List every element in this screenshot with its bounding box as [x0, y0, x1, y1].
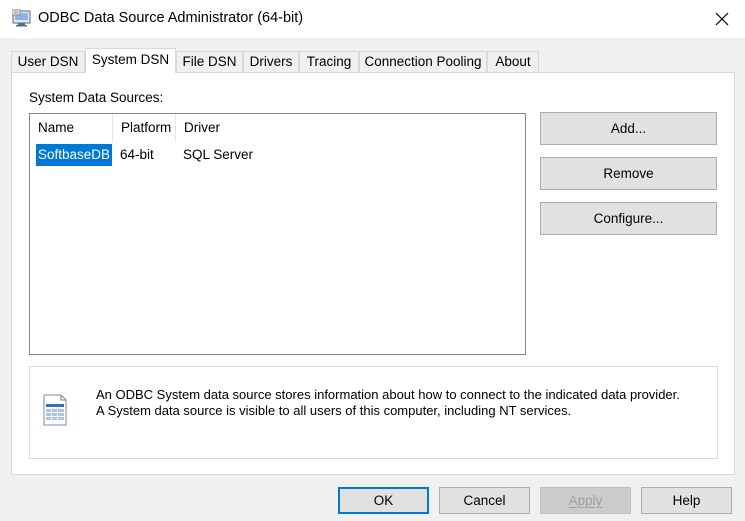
close-button[interactable]	[699, 0, 745, 38]
info-line-2: A System data source is visible to all u…	[96, 403, 572, 418]
tab-connection-pooling[interactable]: Connection Pooling	[359, 51, 487, 72]
window-title: ODBC Data Source Administrator (64-bit)	[38, 10, 304, 26]
column-header-name[interactable]: Name	[30, 114, 113, 142]
system-data-sources-label: System Data Sources:	[29, 90, 164, 105]
info-text: An ODBC System data source stores inform…	[96, 387, 680, 419]
tab-system-dsn[interactable]: System DSN	[85, 48, 176, 73]
system-dsn-panel: System Data Sources: Name Platform Drive…	[11, 72, 735, 475]
configure-button[interactable]: Configure...	[540, 202, 717, 235]
table-row[interactable]: SoftbaseDB 64-bit SQL Server	[30, 144, 525, 166]
tab-about[interactable]: About	[487, 51, 539, 72]
odbc-app-icon	[11, 8, 32, 27]
dsn-name-cell[interactable]: SoftbaseDB	[36, 144, 113, 166]
tab-file-dsn[interactable]: File DSN	[176, 51, 243, 72]
info-box: An ODBC System data source stores inform…	[29, 366, 718, 459]
help-button[interactable]: Help	[641, 487, 732, 514]
add-button[interactable]: Add...	[540, 112, 717, 145]
info-line-1: An ODBC System data source stores inform…	[96, 387, 680, 402]
dsn-driver-cell: SQL Server	[183, 147, 254, 162]
column-header-driver[interactable]: Driver	[176, 114, 525, 142]
list-header: Name Platform Driver	[30, 114, 525, 142]
apply-label: Apply	[568, 493, 603, 508]
data-source-icon	[41, 394, 69, 426]
tab-tracing[interactable]: Tracing	[299, 51, 359, 72]
dsn-platform-cell: 64-bit	[120, 147, 154, 162]
data-sources-list[interactable]: Name Platform Driver SoftbaseDB 64-bit S…	[29, 113, 526, 355]
column-header-platform[interactable]: Platform	[113, 114, 176, 142]
tab-drivers[interactable]: Drivers	[243, 51, 299, 72]
close-icon	[715, 12, 729, 26]
ok-button[interactable]: OK	[338, 487, 429, 514]
odbc-dialog-window: ODBC Data Source Administrator (64-bit) …	[0, 0, 745, 521]
title-bar: ODBC Data Source Administrator (64-bit)	[0, 0, 745, 38]
tab-user-dsn[interactable]: User DSN	[11, 51, 85, 72]
cancel-button[interactable]: Cancel	[439, 487, 530, 514]
remove-button[interactable]: Remove	[540, 157, 717, 190]
apply-button[interactable]: Apply	[540, 487, 631, 514]
